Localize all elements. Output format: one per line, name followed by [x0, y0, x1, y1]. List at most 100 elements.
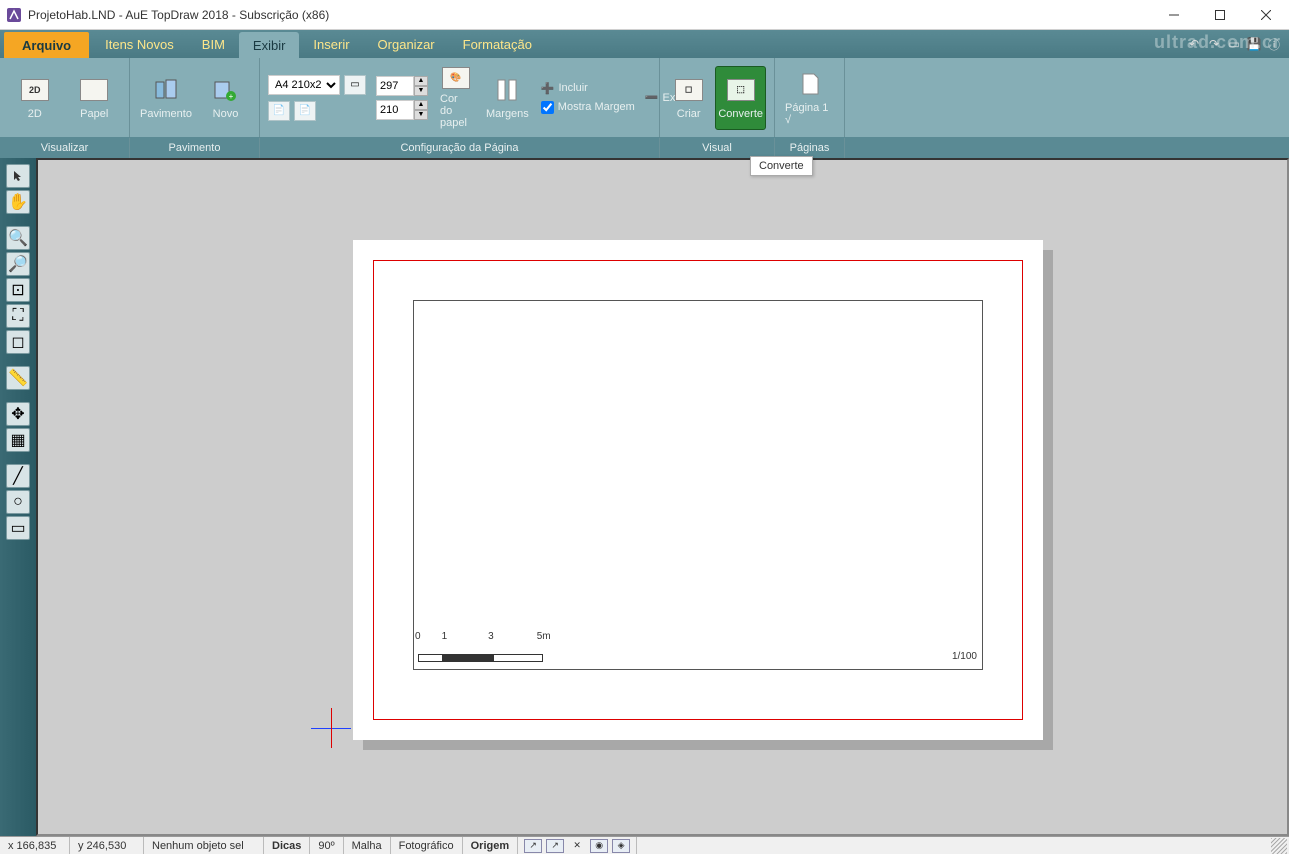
btn-margens-label: Margens [486, 108, 529, 120]
tool-line[interactable]: ╱ [6, 464, 30, 488]
minimize-button[interactable] [1151, 0, 1197, 30]
width-spinner[interactable]: ▲▼ [376, 76, 428, 96]
tool-zoom-extents[interactable]: ⛶ [6, 304, 30, 328]
btn-papel-label: Papel [80, 108, 108, 120]
tool-circle[interactable]: ○ [6, 490, 30, 514]
snap-icon-5[interactable]: ◈ [612, 839, 630, 853]
page-icon-1[interactable]: 📄 [268, 101, 290, 121]
save-icon[interactable]: 💾 [1245, 35, 1263, 53]
btn-2d[interactable]: 2D 2D [8, 66, 62, 130]
drawing-frame [413, 300, 983, 670]
page-icon-2[interactable]: 📄 [294, 101, 316, 121]
tool-zoom-all[interactable]: ◻ [6, 330, 30, 354]
scale-labels: 0 1 3 5m [415, 631, 551, 642]
btn-criar-label: Criar [677, 108, 701, 120]
window-title: ProjetoHab.LND - AuE TopDraw 2018 - Subs… [28, 8, 329, 22]
snap-icon-2[interactable]: ↗ [546, 839, 564, 853]
label-config: Configuração da Página [260, 138, 660, 158]
tab-arquivo[interactable]: Arquivo [4, 32, 89, 58]
left-toolbar: ✋ 🔍 🔎 ⊡ ⛶ ◻ 📏 ✥ ▦ ╱ ○ ▭ [0, 158, 36, 836]
status-x: x 166,835 [0, 837, 70, 854]
close-button[interactable] [1243, 0, 1289, 30]
btn-converte[interactable]: ⬚ Converte [715, 66, 766, 130]
tab-bim[interactable]: BIM [188, 30, 239, 58]
chk-mostra-margem[interactable]: Mostra Margem [541, 101, 635, 114]
window-icon[interactable]: ▭ [1225, 35, 1243, 53]
tool-move[interactable]: ✥ [6, 402, 30, 426]
status-malha[interactable]: Malha [344, 837, 391, 854]
tab-inserir[interactable]: Inserir [299, 30, 363, 58]
tab-itens-novos[interactable]: Itens Novos [91, 30, 188, 58]
tool-grid[interactable]: ▦ [6, 428, 30, 452]
btn-papel[interactable]: Papel [68, 66, 122, 130]
btn-criar[interactable]: ◻ Criar [668, 66, 709, 130]
label-visualizar: Visualizar [0, 138, 130, 158]
btn-novo[interactable]: + Novo [200, 66, 251, 130]
btn-cor-papel[interactable]: 🎨 Cor do papel [438, 66, 474, 130]
btn-novo-label: Novo [213, 108, 239, 120]
tool-rect[interactable]: ▭ [6, 516, 30, 540]
criar-icon: ◻ [673, 76, 705, 104]
redo-icon[interactable]: ↷ [1205, 35, 1223, 53]
orientation-icon[interactable]: ▭ [344, 75, 366, 95]
window-controls [1151, 0, 1289, 30]
panel-visual: ◻ Criar ⬚ Converte [660, 58, 775, 137]
ribbon: 2D 2D Papel Pavimento + Novo A4 210x2 ▭ … [0, 58, 1289, 138]
status-angle[interactable]: 90º [310, 837, 343, 854]
cor-papel-icon: 🎨 [440, 67, 472, 89]
paper: 0 1 3 5m 1/100 [353, 240, 1043, 740]
btn-pavimento-label: Pavimento [140, 108, 192, 120]
height-input[interactable] [376, 100, 414, 120]
tab-formatacao[interactable]: Formatação [449, 30, 546, 58]
btn-margens[interactable]: Margens [484, 66, 531, 130]
height-down[interactable]: ▼ [414, 110, 428, 120]
resize-grip[interactable] [1271, 838, 1287, 854]
tool-pointer[interactable] [6, 164, 30, 188]
height-spinner[interactable]: ▲▼ [376, 100, 428, 120]
converte-icon: ⬚ [725, 76, 757, 104]
maximize-button[interactable] [1197, 0, 1243, 30]
paper-size-select[interactable]: A4 210x2 [268, 75, 340, 95]
scale-bar [418, 654, 543, 662]
novo-icon: + [209, 76, 241, 104]
snap-icon-1[interactable]: ↗ [524, 839, 542, 853]
excluir-icon: ➖ [645, 91, 659, 104]
btn-converte-label: Converte [718, 108, 763, 120]
statusbar: x 166,835 y 246,530 Nenhum objeto sel Di… [0, 836, 1289, 854]
panel-pavimento: Pavimento + Novo [130, 58, 260, 137]
btn-pagina1-label: Página 1 √ [785, 102, 834, 126]
tab-exibir[interactable]: Exibir [239, 32, 300, 58]
tool-pan[interactable]: ✋ [6, 190, 30, 214]
tool-zoom-in[interactable]: 🔍 [6, 226, 30, 250]
width-up[interactable]: ▲ [414, 76, 428, 86]
pavimento-icon [150, 76, 182, 104]
main: ✋ 🔍 🔎 ⊡ ⛶ ◻ 📏 ✥ ▦ ╱ ○ ▭ 0 1 3 5m [0, 158, 1289, 836]
tool-zoom-out[interactable]: 🔎 [6, 252, 30, 276]
papel-icon [78, 76, 110, 104]
ribbon-labels: Visualizar Pavimento Configuração da Pág… [0, 138, 1289, 158]
label-visual: Visual [660, 138, 775, 158]
help-icon[interactable]: ⓘ [1265, 35, 1283, 53]
tool-measure[interactable]: 📏 [6, 366, 30, 390]
titlebar: ProjetoHab.LND - AuE TopDraw 2018 - Subs… [0, 0, 1289, 30]
status-origem[interactable]: Origem [463, 837, 519, 854]
tool-zoom-window[interactable]: ⊡ [6, 278, 30, 302]
btn-pavimento[interactable]: Pavimento [138, 66, 194, 130]
btn-pagina1[interactable]: Página 1 √ [783, 66, 836, 130]
status-dicas[interactable]: Dicas [264, 837, 310, 854]
incluir-icon: ➕ [541, 82, 555, 95]
canvas[interactable]: 0 1 3 5m 1/100 [36, 158, 1289, 836]
chk-mostra-input[interactable] [541, 101, 554, 114]
label-pavimento: Pavimento [130, 138, 260, 158]
width-down[interactable]: ▼ [414, 86, 428, 96]
height-up[interactable]: ▲ [414, 100, 428, 110]
undo-icon[interactable]: ↶ [1185, 35, 1203, 53]
snap-icon-4[interactable]: ◉ [590, 839, 608, 853]
status-y: y 246,530 [70, 837, 144, 854]
tab-organizar[interactable]: Organizar [364, 30, 449, 58]
status-fotografico[interactable]: Fotográfico [391, 837, 463, 854]
width-input[interactable] [376, 76, 414, 96]
page-scale: 1/100 [952, 651, 977, 662]
snap-icon-3[interactable]: ✕ [568, 839, 586, 853]
btn-incluir[interactable]: ➕Incluir [541, 82, 635, 95]
